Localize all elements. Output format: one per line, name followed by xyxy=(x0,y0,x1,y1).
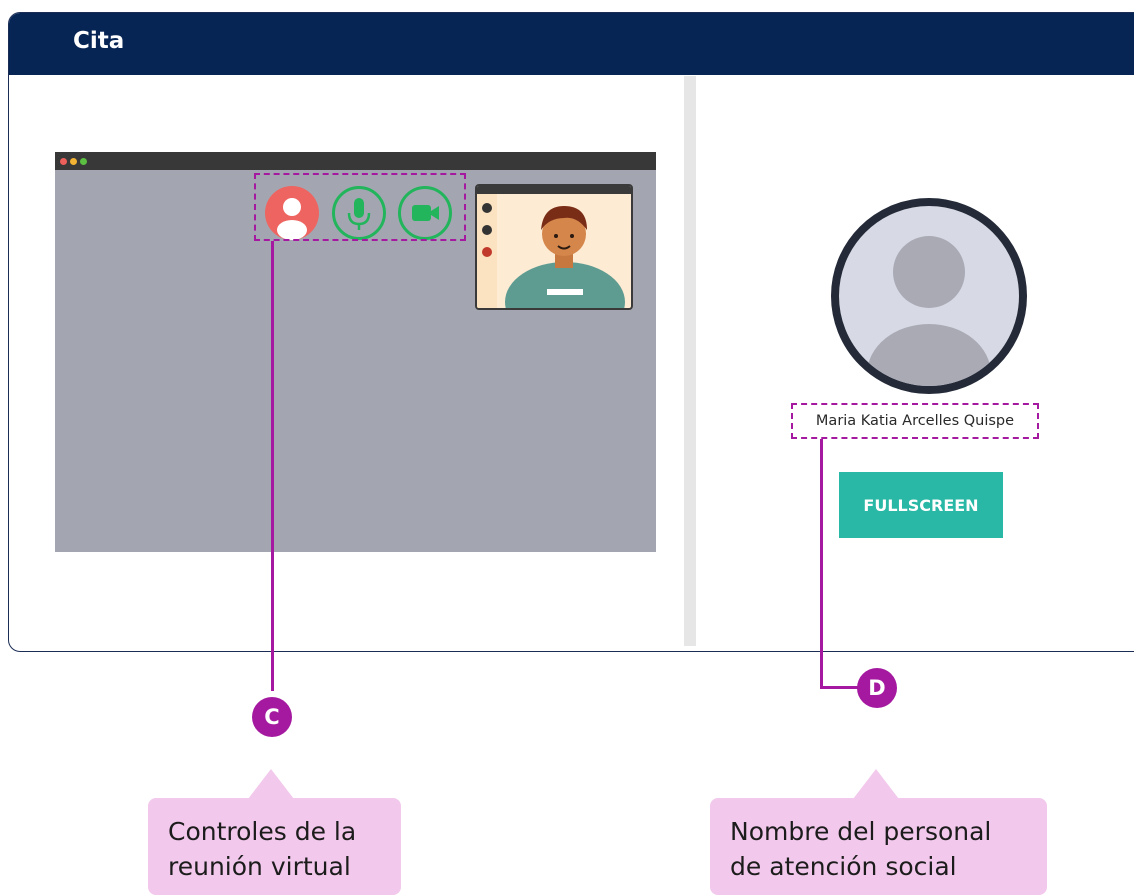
thumbnail-window-bar xyxy=(477,186,631,194)
window-maximize-dot-icon xyxy=(80,158,87,165)
callout-c-line2: reunión virtual xyxy=(168,852,351,881)
callout-d-arrow xyxy=(853,769,899,799)
meeting-controls-highlight xyxy=(254,173,466,241)
user-silhouette-icon xyxy=(831,198,1027,394)
participant-illustration xyxy=(505,206,625,308)
callout-c: Controles de la reunión virtual xyxy=(148,798,401,895)
screen-window-bar xyxy=(55,152,656,170)
callout-d-line1: Nombre del personal xyxy=(730,817,992,846)
thumbnail-side-controls xyxy=(477,194,497,308)
callout-d: Nombre del personal de atención social xyxy=(710,798,1047,895)
window-minimize-dot-icon xyxy=(70,158,77,165)
annotation-line-c xyxy=(271,241,274,691)
callout-d-line2: de atención social xyxy=(730,852,957,881)
staff-name-highlight: Maria Katia Arcelles Quispe xyxy=(791,403,1039,439)
fullscreen-button[interactable]: FULLSCREEN xyxy=(839,472,1003,538)
window-close-dot-icon xyxy=(60,158,67,165)
participant-video-thumbnail xyxy=(475,184,633,310)
annotation-line-d-vertical xyxy=(820,439,823,688)
panel-header: Cita xyxy=(9,13,1134,75)
page-title: Cita xyxy=(73,28,125,54)
callout-c-line1: Controles de la xyxy=(168,817,357,846)
annotation-line-d-horizontal xyxy=(820,686,860,689)
marker-d: D xyxy=(857,668,897,708)
panel-divider xyxy=(684,76,696,646)
marker-c: C xyxy=(252,697,292,737)
staff-name: Maria Katia Arcelles Quispe xyxy=(815,413,1015,429)
callout-c-arrow xyxy=(248,769,294,799)
